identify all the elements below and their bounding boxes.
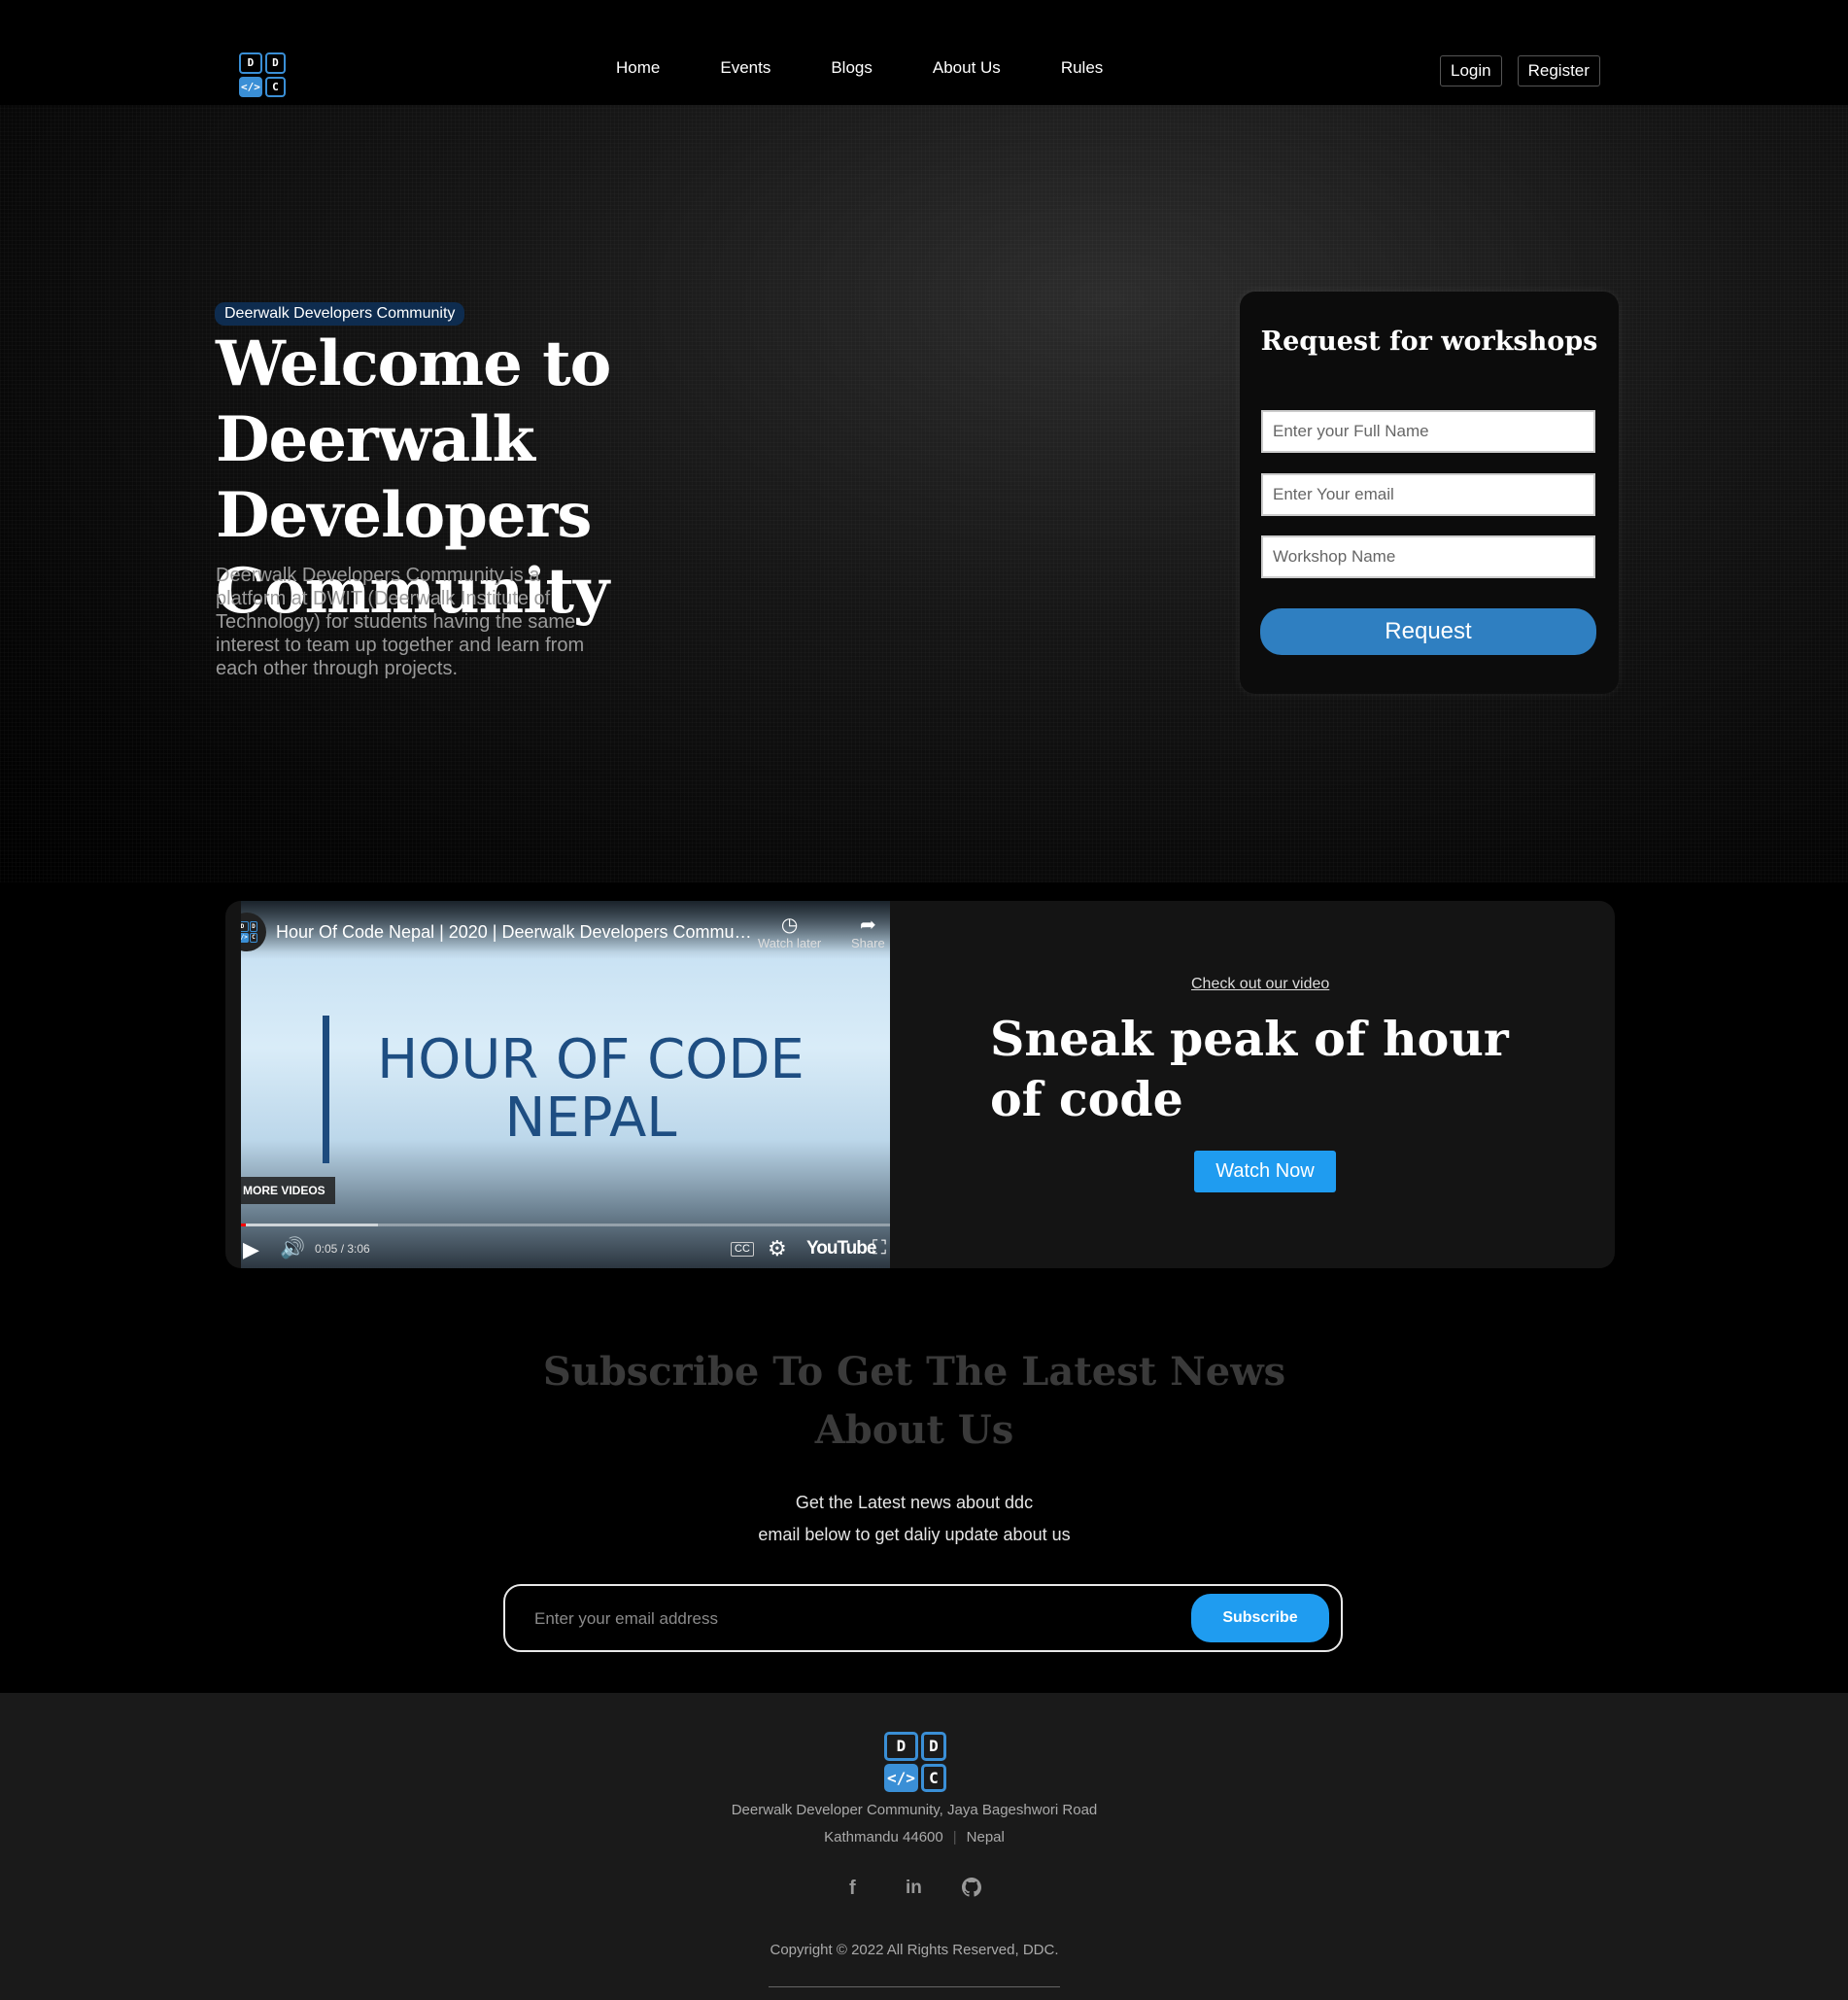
logo-letter: C — [920, 1763, 946, 1792]
footer-city-country: Kathmandu 44600 | Nepal — [535, 1829, 1293, 1845]
logo-letter: D — [239, 52, 262, 74]
fullscreen-icon[interactable]: ⛶ — [873, 1237, 886, 1259]
auth-buttons: Login Register — [1440, 55, 1600, 86]
footer-city: Kathmandu 44600 — [824, 1829, 943, 1845]
workshop-name-input[interactable] — [1261, 535, 1595, 578]
nav-link-blogs[interactable]: Blogs — [831, 58, 873, 78]
copyright-text: Copyright © 2022 All Rights Reserved, DD… — [770, 1942, 1059, 1958]
github-icon[interactable] — [962, 1878, 981, 1903]
logo-letter: </> — [241, 932, 249, 943]
linkedin-icon[interactable]: in — [906, 1878, 922, 1899]
logo-letter: D — [249, 921, 257, 932]
thumbnail-accent-bar — [323, 1016, 329, 1163]
footer-divider — [769, 1986, 1060, 1987]
footer-logo[interactable]: D D </> C — [884, 1732, 946, 1792]
logo-letter: C — [264, 76, 286, 97]
more-videos-button[interactable]: MORE VIDEOS — [241, 1177, 335, 1204]
settings-gear-icon[interactable]: ⚙ — [768, 1236, 787, 1261]
logo-letter: D — [241, 921, 249, 932]
site-footer: D D </> C Deerwalk Developer Community, … — [0, 1693, 1848, 2000]
nav-link-about-us[interactable]: About Us — [933, 58, 1001, 78]
email-input[interactable] — [1261, 473, 1595, 516]
buffered-bar — [241, 1224, 378, 1226]
register-button[interactable]: Register — [1517, 55, 1600, 86]
hero-description: Deerwalk Developers Community is a platf… — [216, 565, 585, 679]
channel-logo: D D </> C — [241, 921, 257, 943]
logo-letter: D — [264, 52, 286, 74]
full-name-input[interactable] — [1261, 410, 1595, 453]
subscribe-heading: Subscribe To Get The Latest News About U… — [542, 1349, 1286, 1453]
share-arrow-icon: ➦ — [859, 914, 876, 936]
social-links: f in — [841, 1878, 1007, 1907]
share-button[interactable]: ➦ Share — [851, 914, 885, 950]
clock-icon: ◷ — [780, 914, 799, 936]
check-video-link[interactable]: Check out our video — [1191, 976, 1329, 993]
player-controls: ▶ 🔊 0:05 / 3:06 CC ⚙ YouTube ⛶ — [241, 1231, 890, 1268]
subscribe-email-input[interactable] — [534, 1603, 1117, 1635]
sneak-peak-heading: Sneak peak of hour of code — [990, 1011, 1509, 1127]
logo-letter: C — [249, 932, 257, 943]
subscribe-button[interactable]: Subscribe — [1191, 1594, 1329, 1642]
subscribe-subtext-2: email below to get daliy update about us — [758, 1525, 1071, 1544]
footer-country: Nepal — [966, 1829, 1005, 1845]
subscribe-subtext: Get the Latest news about ddc — [795, 1493, 1034, 1512]
logo-letter: D — [920, 1732, 946, 1761]
top-navbar: D D </> C Home Events Blogs About Us Rul… — [0, 0, 1848, 105]
ddc-logo[interactable]: D D </> C — [239, 52, 286, 97]
watch-now-button[interactable]: Watch Now — [1194, 1151, 1336, 1192]
watch-later-label: Watch later — [758, 936, 822, 950]
nav-link-events[interactable]: Events — [720, 58, 770, 78]
nav-link-home[interactable]: Home — [616, 58, 660, 78]
request-button[interactable]: Request — [1260, 608, 1596, 655]
share-label: Share — [851, 936, 885, 950]
login-button[interactable]: Login — [1440, 55, 1502, 86]
logo-letter: D — [884, 1732, 918, 1761]
video-progress-bar[interactable] — [241, 1224, 890, 1226]
logo-letter: </> — [884, 1763, 918, 1792]
divider: | — [952, 1829, 957, 1845]
workshop-form-title: Request for workshops — [1260, 327, 1598, 357]
workshop-request-form: Request for workshops Request — [1240, 292, 1619, 694]
subscribe-form: Subscribe — [503, 1584, 1343, 1652]
main-nav: Home Events Blogs About Us Rules — [616, 58, 1163, 78]
youtube-player[interactable]: D D </> C Hour Of Code Nepal | 2020 | De… — [241, 901, 890, 1268]
watch-later-button[interactable]: ◷ Watch later — [758, 914, 821, 950]
play-icon[interactable]: ▶ — [243, 1237, 259, 1262]
footer-address: Deerwalk Developer Community, Jaya Bages… — [731, 1802, 1098, 1818]
youtube-logo[interactable]: YouTube — [806, 1238, 876, 1259]
facebook-icon[interactable]: f — [849, 1878, 856, 1900]
time-display: 0:05 / 3:06 — [315, 1242, 370, 1256]
community-badge: Deerwalk Developers Community — [215, 302, 465, 326]
captions-icon[interactable]: CC — [731, 1242, 754, 1257]
thumbnail-text: HOUR OF CODE NEPAL — [377, 1028, 804, 1150]
played-bar — [241, 1224, 246, 1226]
logo-letter: </> — [239, 76, 262, 97]
volume-icon[interactable]: 🔊 — [280, 1237, 305, 1260]
video-title[interactable]: Hour Of Code Nepal | 2020 | Deerwalk Dev… — [276, 922, 752, 943]
nav-link-rules[interactable]: Rules — [1061, 58, 1103, 78]
